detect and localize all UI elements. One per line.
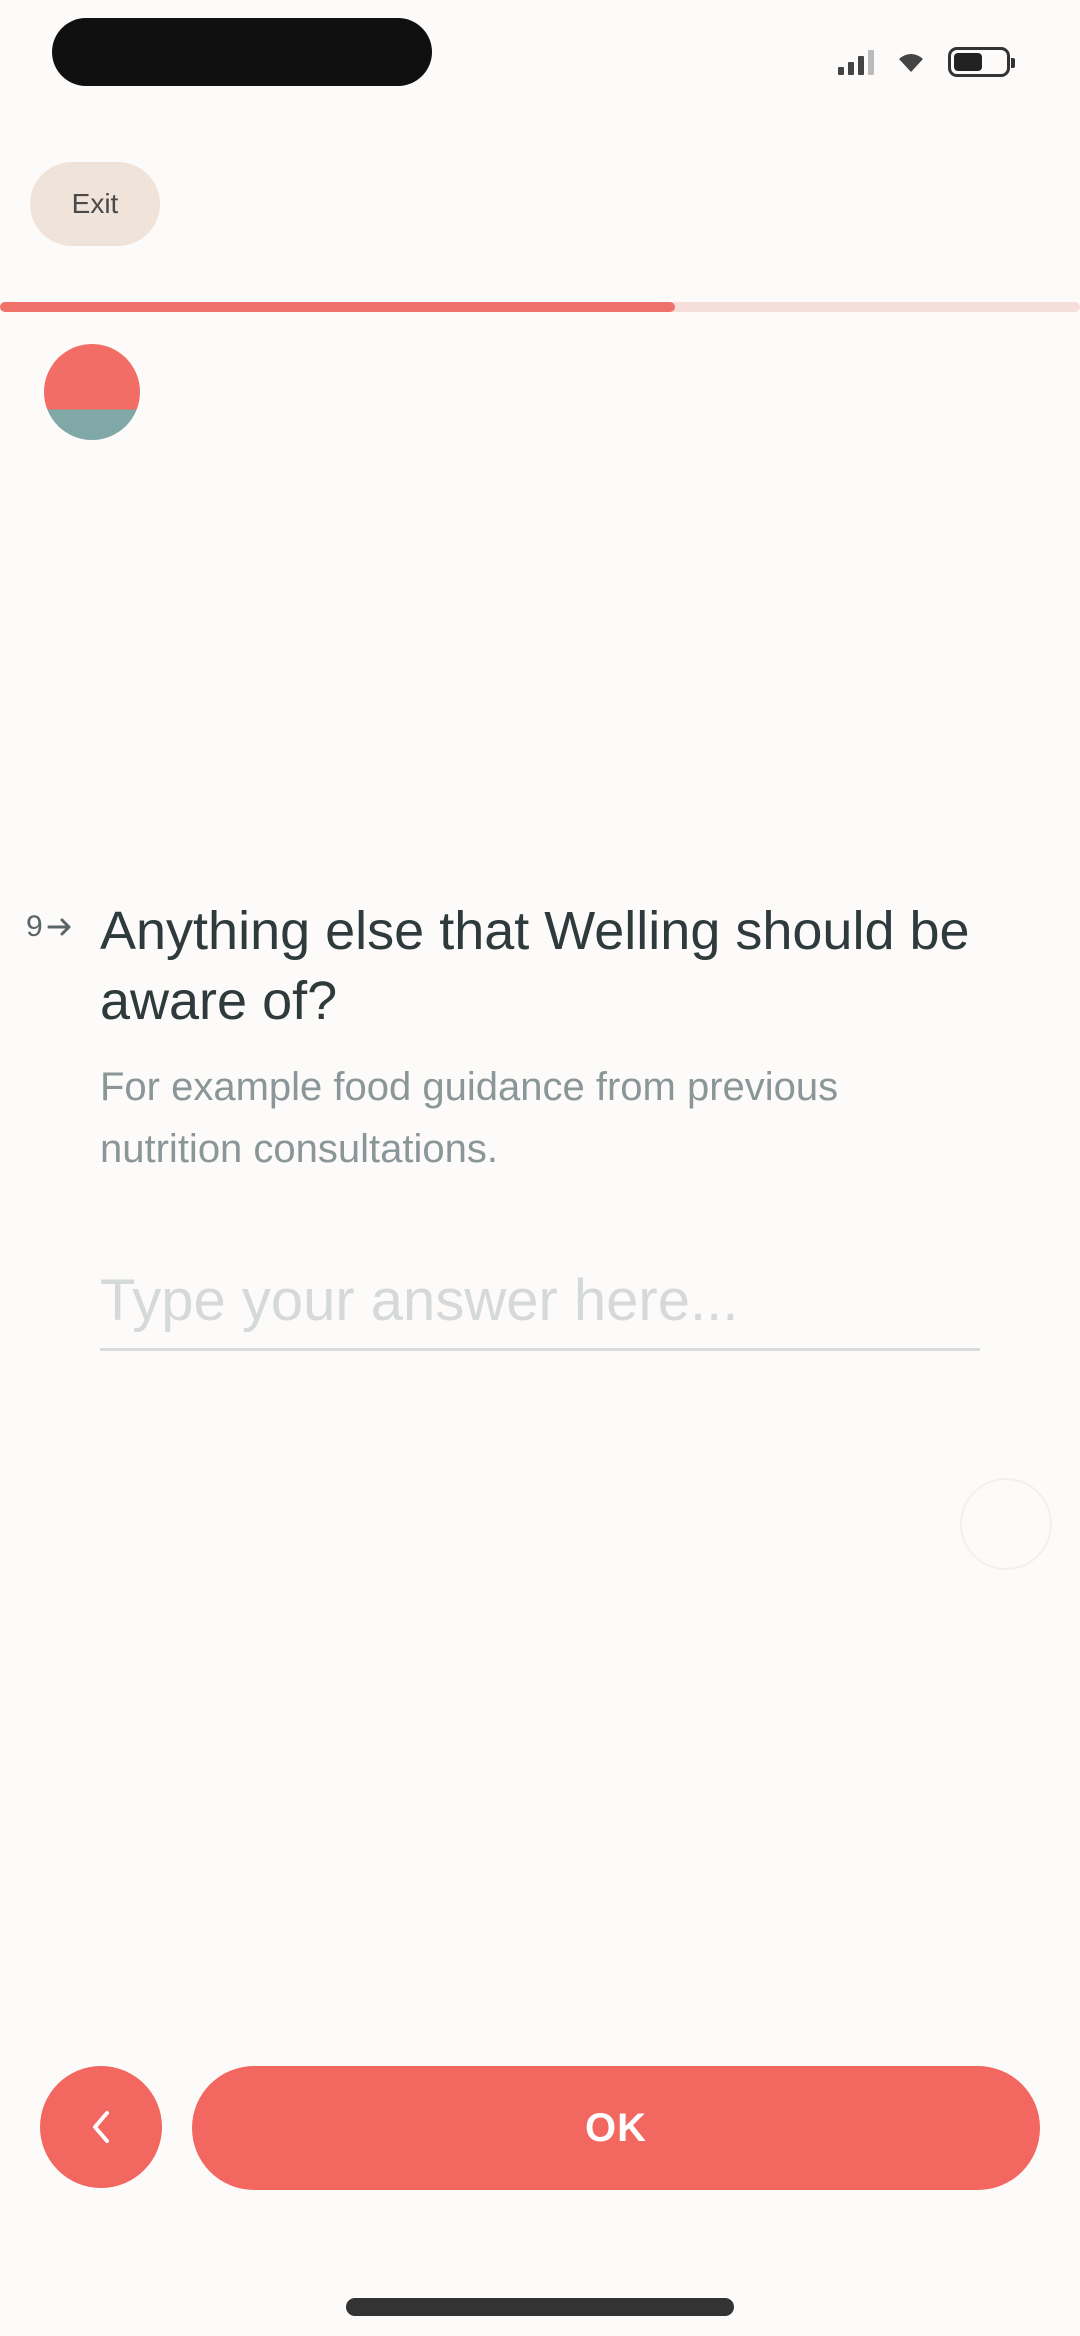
progress-fill [0, 302, 675, 312]
ok-button-label: OK [585, 2105, 647, 2150]
status-pill [52, 18, 432, 86]
question-number: 9 [26, 910, 73, 944]
battery-icon [948, 47, 1015, 77]
progress-bar [0, 302, 1080, 312]
screen: Exit 9 Anything else that Welling should… [0, 0, 1080, 2336]
answer-input[interactable] [100, 1252, 980, 1351]
exit-button-label: Exit [71, 188, 119, 219]
back-button[interactable] [40, 2066, 162, 2188]
avatar [44, 344, 140, 440]
question-number-label: 9 [26, 910, 43, 943]
question-description: For example food guidance from previous … [100, 1065, 839, 1171]
wifi-icon [899, 54, 923, 72]
status-icons [838, 40, 1015, 84]
exit-button[interactable]: Exit [30, 162, 160, 246]
floating-circle [960, 1478, 1052, 1570]
home-indicator[interactable] [346, 2298, 734, 2316]
ok-button[interactable]: OK [192, 2066, 1040, 2190]
question-title: Anything else that Welling should be awa… [100, 901, 970, 1031]
chevron-left-icon [93, 2111, 109, 2143]
arrow-right-icon [47, 918, 71, 936]
signal-icon [838, 49, 874, 75]
